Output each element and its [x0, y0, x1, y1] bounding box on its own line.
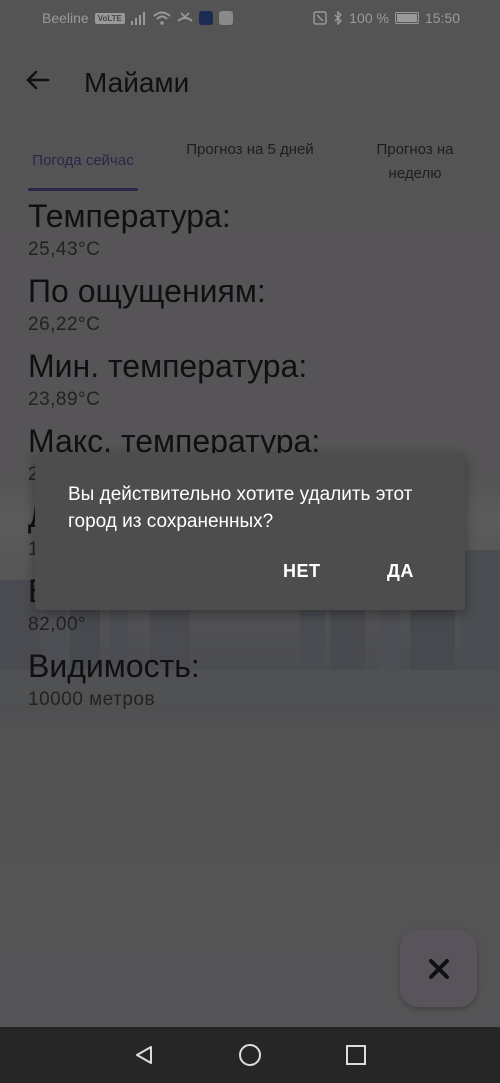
circle-home-icon — [239, 1044, 261, 1066]
nav-recents-button[interactable] — [342, 1041, 370, 1069]
no-button[interactable]: НЕТ — [283, 561, 321, 582]
dialog-message: Вы действительно хотите удалить этот гор… — [68, 484, 413, 532]
yes-button[interactable]: ДА — [387, 561, 414, 582]
nav-home-button[interactable] — [236, 1041, 264, 1069]
nav-back-button[interactable] — [130, 1041, 158, 1069]
confirm-delete-dialog: Вы действительно хотите удалить этот гор… — [35, 453, 465, 610]
square-recents-icon — [346, 1045, 366, 1065]
triangle-back-icon — [136, 1046, 152, 1064]
system-nav-bar — [0, 1027, 500, 1083]
